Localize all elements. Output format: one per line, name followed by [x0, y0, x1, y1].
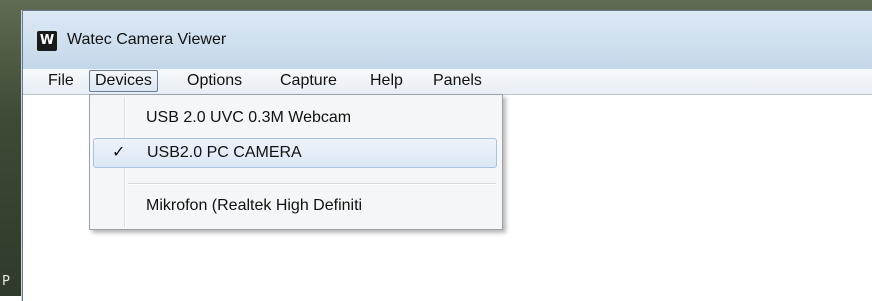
device-item-label: Mikrofon (Realtek High Definiti: [146, 197, 363, 214]
menu-options[interactable]: Options: [182, 71, 247, 91]
checkmark-icon: ✓: [112, 144, 126, 161]
menu-separator: [128, 183, 496, 185]
devices-dropdown-menu: USB 2.0 UVC 0.3M Webcam ✓ USB2.0 PC CAME…: [89, 94, 503, 230]
menu-bar: File Devices Options Capture Help Panels: [23, 69, 872, 95]
title-bar[interactable]: W Watec Camera Viewer: [23, 11, 872, 69]
device-item-usb-pc-camera[interactable]: ✓ USB2.0 PC CAMERA: [93, 138, 497, 168]
device-item-usb-uvc-webcam[interactable]: USB 2.0 UVC 0.3M Webcam: [93, 103, 497, 133]
app-logo-icon[interactable]: W: [37, 31, 57, 51]
menu-help[interactable]: Help: [365, 71, 408, 91]
menu-devices[interactable]: Devices: [89, 70, 158, 92]
menu-capture[interactable]: Capture: [275, 71, 342, 91]
device-item-mikrofon[interactable]: Mikrofon (Realtek High Definiti: [93, 191, 497, 221]
menu-panels[interactable]: Panels: [428, 71, 487, 91]
menu-file[interactable]: File: [43, 71, 79, 91]
device-item-label: USB 2.0 UVC 0.3M Webcam: [146, 109, 352, 126]
window-title: Watec Camera Viewer: [67, 31, 227, 48]
device-item-label: USB2.0 PC CAMERA: [147, 144, 302, 161]
desktop-icon-label[interactable]: P: [2, 274, 10, 289]
